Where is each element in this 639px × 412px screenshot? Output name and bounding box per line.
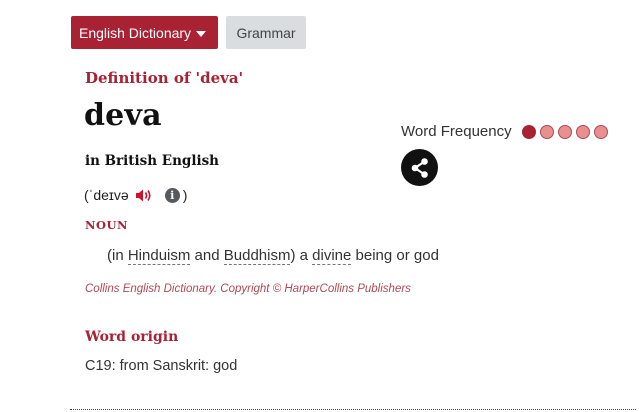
sense-mid: ) a (290, 247, 313, 264)
share-button[interactable] (401, 149, 438, 186)
speaker-icon[interactable] (135, 188, 154, 203)
sense-rest: being or god (351, 247, 439, 264)
pronunciation-line: ( ˈdeɪvə i ) (84, 187, 187, 203)
frequency-dot (557, 124, 572, 139)
word-origin-text: C19: from Sanskrit: god (85, 358, 238, 374)
sense-definition: (in Hinduism and Buddhism) a divine bein… (107, 247, 439, 265)
sense-open: (in (107, 247, 128, 264)
frequency-dot (539, 124, 554, 139)
pron-close-paren: ) (182, 187, 188, 203)
frequency-dot (593, 124, 608, 139)
language-variety: in British English (85, 153, 219, 169)
word-frequency-label: Word Frequency (401, 123, 512, 140)
link-divine[interactable]: divine (312, 247, 352, 265)
english-dictionary-label: English Dictionary (79, 24, 192, 41)
copyright-notice: Collins English Dictionary. Copyright © … (85, 283, 411, 295)
definition-heading: Definition of 'deva' (85, 69, 244, 87)
info-icon[interactable]: i (164, 187, 180, 203)
share-icon (411, 157, 428, 178)
caret-down-icon (196, 30, 207, 37)
pronunciation-text: ˈdeɪvə (88, 187, 129, 203)
grammar-button[interactable]: Grammar (226, 16, 306, 49)
link-hinduism[interactable]: Hinduism (127, 247, 191, 265)
grammar-label: Grammar (236, 24, 296, 41)
frequency-dot (521, 124, 536, 139)
dictionary-page: English Dictionary Grammar Definition of… (0, 0, 639, 412)
word-origin-heading: Word origin (85, 329, 179, 345)
english-dictionary-button[interactable]: English Dictionary (71, 16, 218, 49)
link-buddhism[interactable]: Buddhism (223, 247, 291, 265)
word-frequency: Word Frequency (401, 123, 612, 140)
section-divider (70, 409, 636, 410)
frequency-dot (575, 124, 590, 139)
headword: deva (84, 98, 162, 133)
part-of-speech: NOUN (85, 218, 129, 232)
sense-and: and (190, 247, 224, 264)
